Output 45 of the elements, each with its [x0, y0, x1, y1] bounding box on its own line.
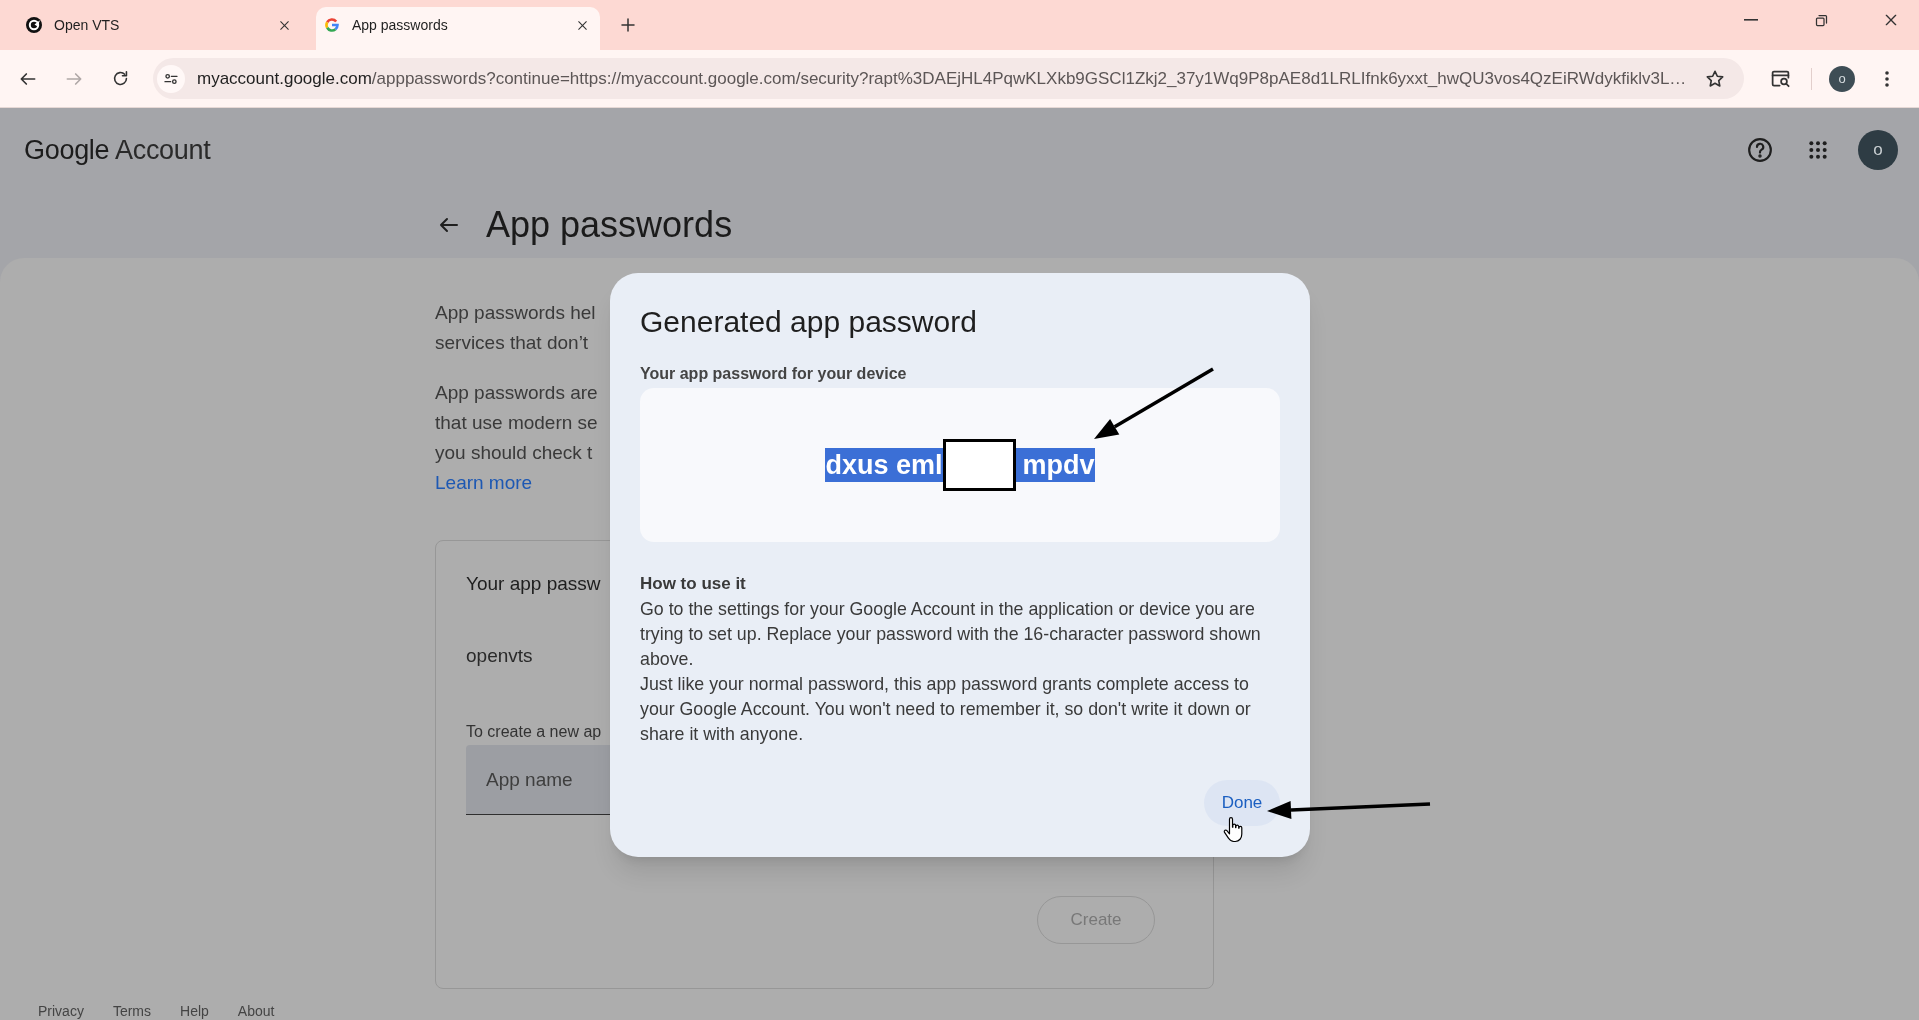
- password-text: dxus eml: [825, 448, 943, 482]
- intro-text-line: you should check t: [435, 441, 593, 465]
- close-icon: [575, 18, 589, 32]
- footer-link[interactable]: Help: [180, 1003, 209, 1019]
- create-hint-text: To create a new ap: [466, 722, 602, 742]
- hand-cursor-icon: [1223, 817, 1243, 843]
- app-name-field[interactable]: App name: [466, 745, 610, 815]
- instructions-text: Go to the settings for your Google Account in the application or device you are trying to set up. Replace your password with the 16-character password shown above.: [640, 598, 1262, 671]
- instructions-text: Just like your normal password, this app password grants complete access to your Google Account. You won't need to remember it, so don't write it down or share it with anyone.: [640, 673, 1252, 746]
- tab-search-icon: [1769, 68, 1791, 89]
- footer-link[interactable]: Privacy: [38, 1003, 84, 1019]
- help-icon: [1747, 137, 1773, 163]
- password-label: Your app password for your device: [640, 364, 907, 384]
- how-to-heading: How to use it: [640, 573, 746, 595]
- plus-icon: [619, 16, 637, 34]
- intro-text-line: App passwords are: [435, 381, 598, 405]
- site-info-button[interactable]: [157, 64, 185, 93]
- close-icon: [277, 18, 291, 32]
- star-icon: [1705, 68, 1725, 89]
- intro-text-line: that use modern se: [435, 411, 598, 435]
- card-title: Your app passw: [466, 572, 601, 596]
- footer-link[interactable]: About: [237, 1003, 275, 1019]
- account-avatar[interactable]: o: [1858, 130, 1898, 170]
- app-logo-icon: [26, 17, 42, 33]
- footer-link[interactable]: Terms: [112, 1003, 152, 1019]
- done-button[interactable]: Done: [1204, 780, 1280, 826]
- password-text: mpdv: [1015, 448, 1095, 482]
- browser-tab[interactable]: Open VTS: [18, 7, 302, 50]
- app-name-text: openvts: [466, 644, 533, 668]
- google-account-logo[interactable]: Google Account: [24, 129, 211, 171]
- apps-grid-icon: [1808, 140, 1828, 160]
- profile-button[interactable]: o: [1829, 65, 1855, 92]
- google-g-icon: [324, 17, 340, 33]
- address-bar[interactable]: myaccount.google.com/apppasswords?continue=https://myaccount.google.com/security?rapt%3DAEjHL4PqwKLXkb9GSCl1Zkj2_37y1Wq9P8pAE8d1LRLIfnk6yxxt_hwQU3vos4QzEiRWdykfiklv3L…: [153, 58, 1744, 99]
- browser-tab[interactable]: App passwords: [316, 7, 600, 50]
- minimize-icon: [1744, 19, 1758, 21]
- more-vert-icon: [1885, 70, 1889, 87]
- intro-text-line: App passwords hel: [435, 301, 596, 325]
- close-icon: [1883, 12, 1899, 28]
- page-title: App passwords: [486, 203, 733, 247]
- dialog-title: Generated app password: [640, 304, 977, 340]
- intro-text-line: services that don’t: [435, 331, 589, 355]
- learn-more-link[interactable]: Learn more: [435, 468, 533, 498]
- restore-icon: [1813, 12, 1829, 28]
- url-text: myaccount.google.com/apppasswords?continue=https://myaccount.google.com/security?rapt%3DAEjHL4PqwKLXkb9GSCl1Zkj2_37y1Wq9P8pAE8d1LRLIfnk6yxxt_hwQU3vos4QzEiRWdykfiklv3L…: [197, 67, 1687, 90]
